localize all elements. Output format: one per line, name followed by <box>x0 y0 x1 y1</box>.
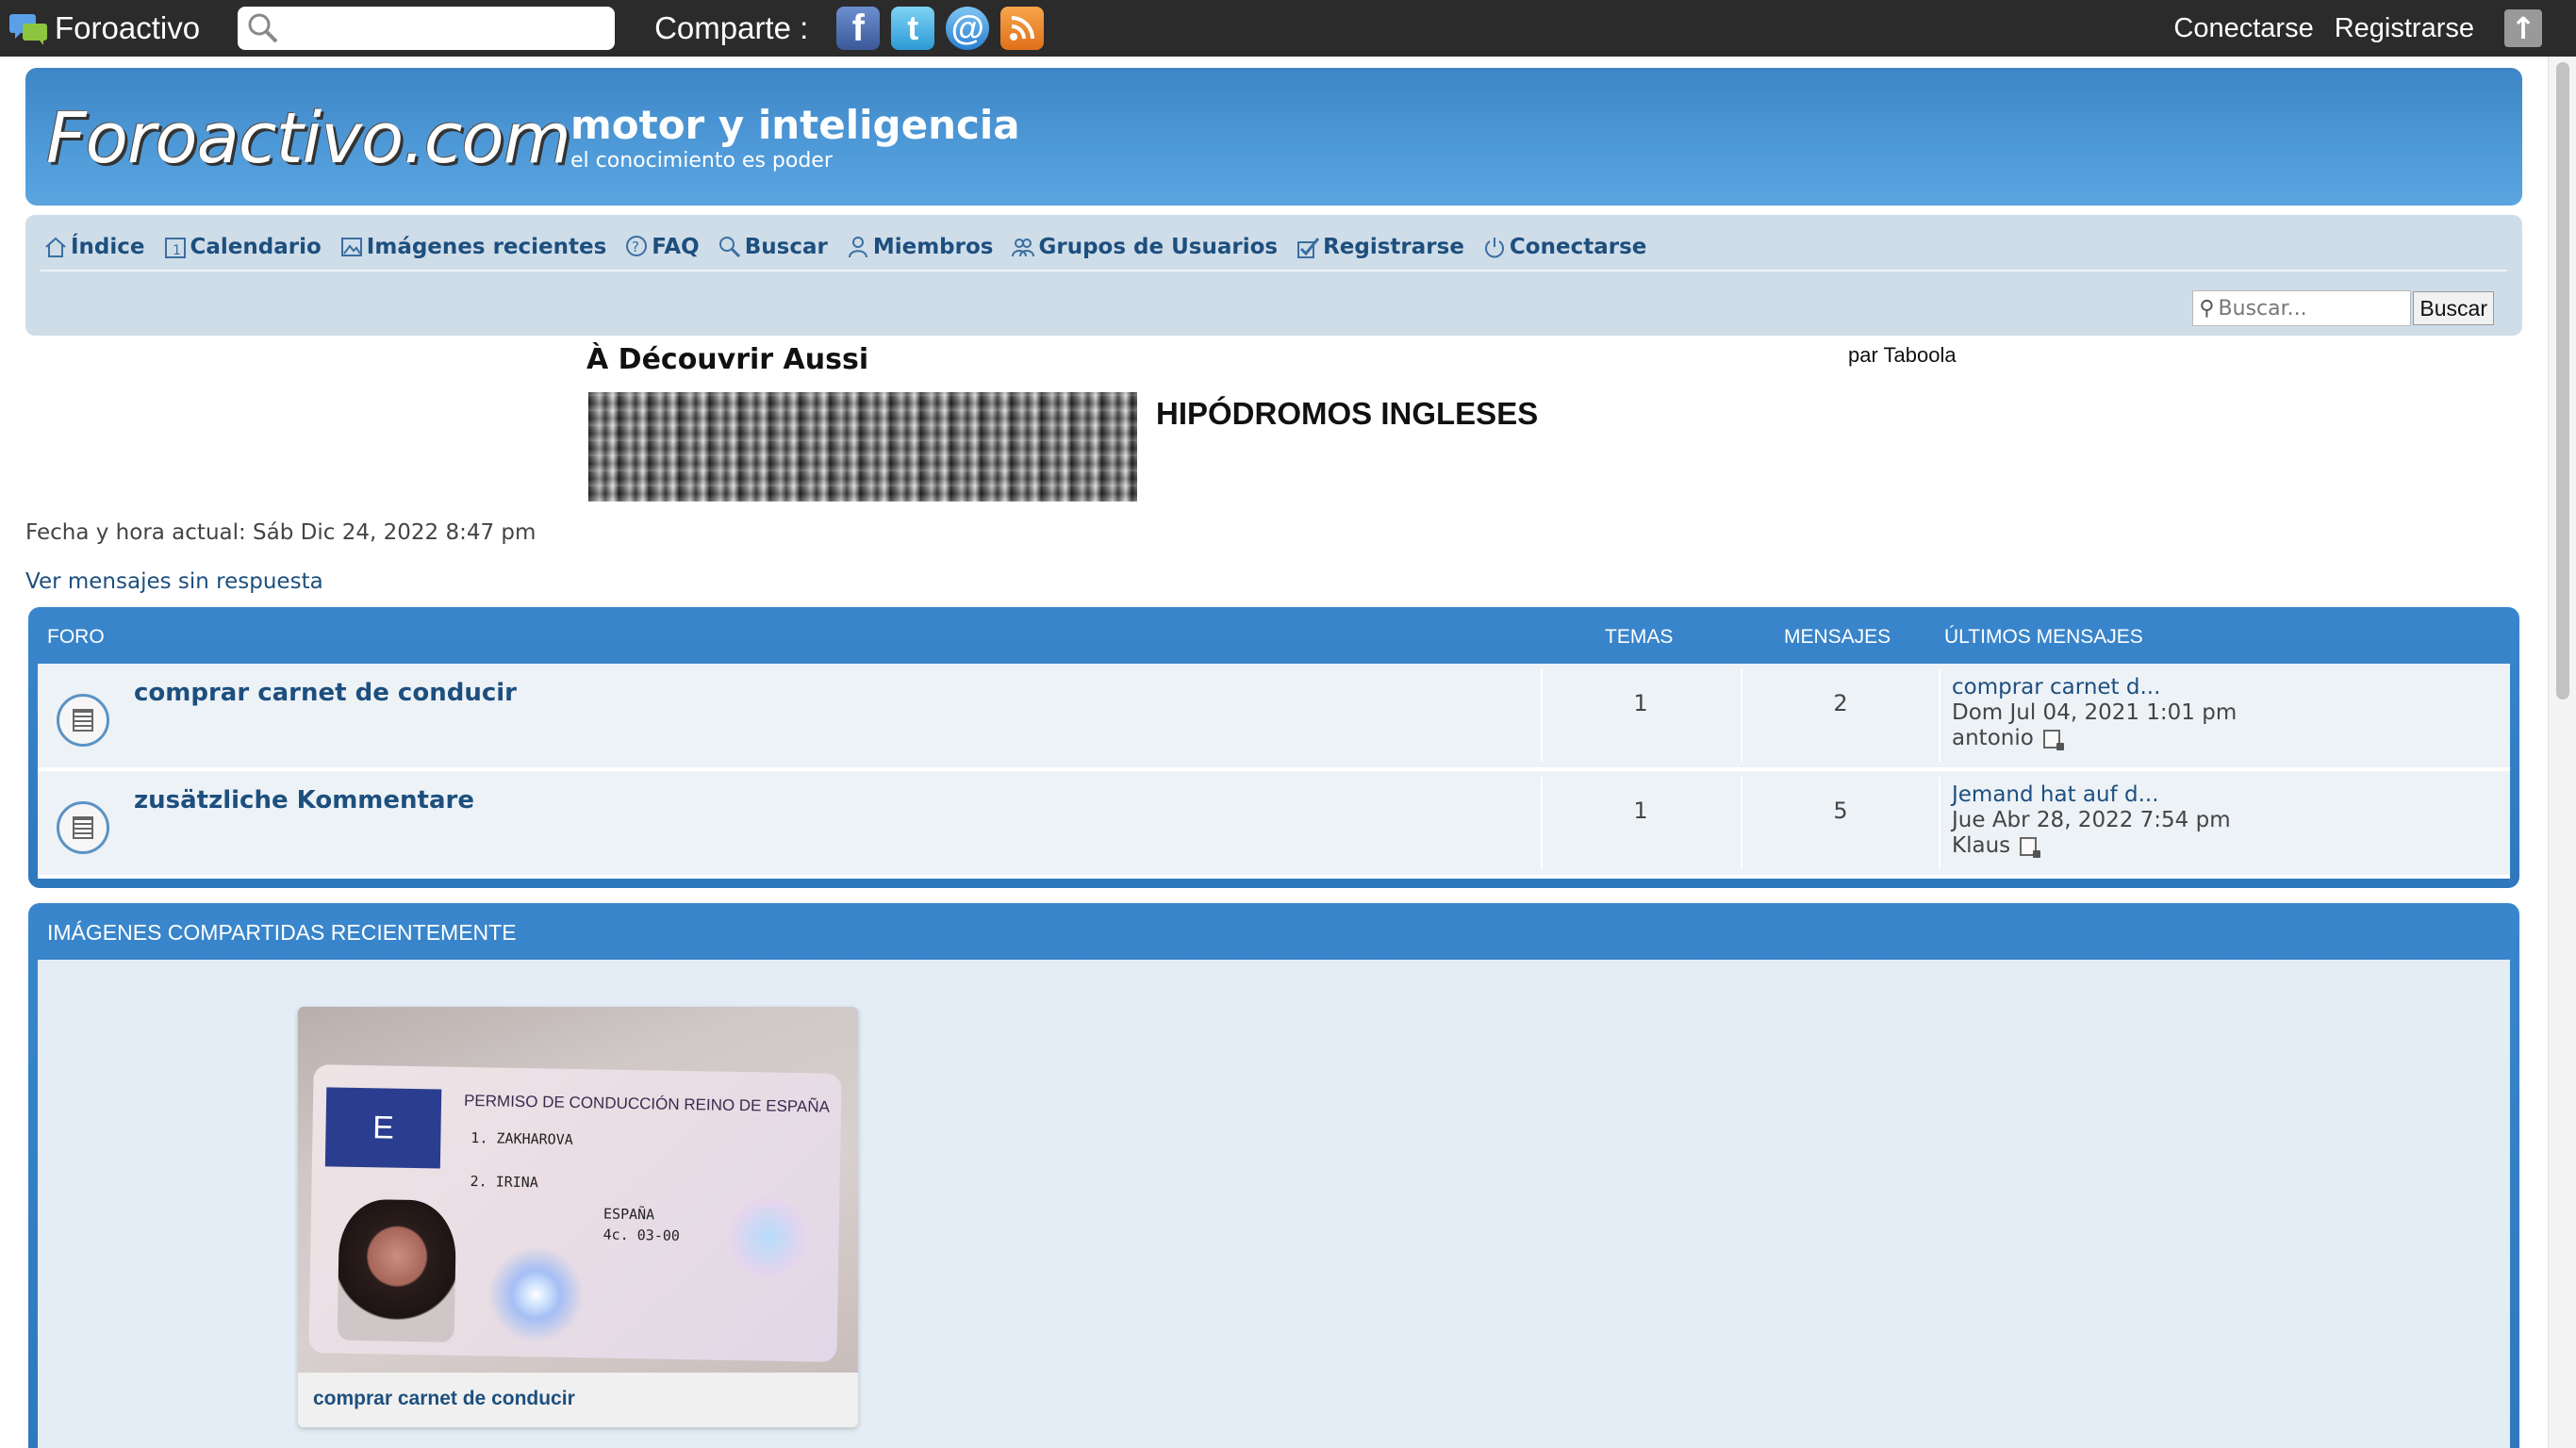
nav-item-faq[interactable]: ? FAQ <box>623 234 700 260</box>
main-nav: Índice 1 Calendario Imágenes recientes ?… <box>25 215 2522 336</box>
taboola-headline[interactable]: HIPÓDROMOS INGLESES <box>1156 396 1538 432</box>
forum-search-input[interactable]: ⚲ Buscar... <box>2192 290 2412 326</box>
last-post-date: Jue Abr 28, 2022 7:54 pm <box>1952 808 2231 832</box>
nav-item-groups[interactable]: Grupos de Usuarios <box>1010 234 1278 260</box>
search-placeholder: Buscar... <box>2218 296 2307 321</box>
recent-images-heading: IMÁGENES COMPARTIDAS RECIENTEMENTE <box>47 920 517 945</box>
eu-flag-icon: E <box>324 1087 442 1169</box>
taboola-title: À Découvrir Aussi <box>586 343 869 376</box>
brand-name: Foroactivo <box>55 10 201 45</box>
recent-images-panel: IMÁGENES COMPARTIDAS RECIENTEMENTE E PER… <box>28 903 2519 1448</box>
forum-title-link[interactable]: comprar carnet de conducir <box>134 679 517 707</box>
last-post-author-link[interactable]: antonio <box>1952 726 2034 750</box>
search-icon <box>248 13 278 43</box>
nav-item-register[interactable]: Registrarse <box>1295 234 1464 260</box>
register-link[interactable]: Registrarse <box>2335 13 2474 44</box>
social-links: f t @ <box>836 7 1045 50</box>
last-post-info: comprar carnet d... Dom Jul 04, 2021 1:0… <box>1952 675 2237 751</box>
header-last-posts: ÚLTIMOS MENSAJES <box>1944 626 2143 648</box>
post-count: 5 <box>1833 798 1848 824</box>
current-datetime: Fecha y hora actual: Sáb Dic 24, 2022 8:… <box>25 520 537 545</box>
unanswered-posts-link[interactable]: Ver mensajes sin respuesta <box>25 569 323 594</box>
nav-label: FAQ <box>652 235 700 259</box>
page-scrollbar[interactable] <box>2548 57 2576 1448</box>
header-topics: TEMAS <box>1605 626 1674 648</box>
scroll-top-icon[interactable]: ↑ <box>2504 9 2542 47</box>
member-icon <box>845 234 871 260</box>
topic-count: 1 <box>1633 690 1648 716</box>
login-link[interactable]: Conectarse <box>2173 13 2313 44</box>
nav-item-search[interactable]: Buscar <box>717 234 828 260</box>
forum-search: ⚲ Buscar... Buscar <box>2192 290 2494 326</box>
driving-license-photo: E PERMISO DE CONDUCCIÓN REINO DE ESPAÑA … <box>298 1007 858 1373</box>
chat-bubbles-icon <box>8 10 49 46</box>
post-count: 2 <box>1833 690 1848 716</box>
group-icon <box>1010 234 1036 260</box>
toolbar-search-input[interactable] <box>238 7 616 50</box>
header-forum: FORO <box>47 626 105 648</box>
scrollbar-thumb[interactable] <box>2556 62 2569 699</box>
power-icon <box>1481 234 1508 260</box>
forum-read-icon <box>57 801 109 854</box>
rss-icon[interactable] <box>1000 7 1045 50</box>
forum-row: zusätzliche Kommentare 1 5 Jemand hat au… <box>38 771 2510 875</box>
recent-images-body: E PERMISO DE CONDUCCIÓN REINO DE ESPAÑA … <box>38 960 2510 1448</box>
share-label: Comparte : <box>654 10 809 45</box>
search-button[interactable]: Buscar <box>2413 291 2494 325</box>
last-post-author-link[interactable]: Klaus <box>1952 833 2010 858</box>
license-portrait <box>337 1198 457 1342</box>
last-post-info: Jemand hat auf d... Jue Abr 28, 2022 7:5… <box>1952 782 2231 859</box>
help-icon: ? <box>623 234 650 260</box>
nav-item-recent-images[interactable]: Imágenes recientes <box>339 234 607 260</box>
taboola-thumbnail[interactable] <box>588 392 1137 502</box>
image-icon <box>339 234 365 260</box>
calendar-icon: 1 <box>162 234 189 260</box>
forum-list-panel: FORO TEMAS MENSAJES ÚLTIMOS MENSAJES com… <box>28 607 2519 888</box>
last-post-title-link[interactable]: Jemand hat auf d... <box>1952 782 2231 808</box>
search-icon: ⚲ <box>2199 296 2215 321</box>
topic-count: 1 <box>1633 798 1648 824</box>
svg-text:1: 1 <box>173 243 181 258</box>
email-icon[interactable]: @ <box>946 7 990 50</box>
register-icon <box>1295 234 1321 260</box>
nav-label: Conectarse <box>1509 235 1647 259</box>
twitter-icon[interactable]: t <box>891 7 935 50</box>
goto-last-post-icon[interactable] <box>2020 836 2041 858</box>
site-subtitle: el conocimiento es poder <box>570 149 833 173</box>
shared-image-caption[interactable]: comprar carnet de conducir <box>313 1388 575 1410</box>
forum-table-body: comprar carnet de conducir 1 2 comprar c… <box>38 664 2510 879</box>
forum-row: comprar carnet de conducir 1 2 comprar c… <box>38 664 2510 767</box>
goto-last-post-icon[interactable] <box>2042 729 2064 750</box>
home-icon <box>42 234 69 260</box>
nav-label: Grupos de Usuarios <box>1038 235 1279 259</box>
top-toolbar: Foroactivo Comparte : f t @ Conectarse R… <box>0 0 2576 57</box>
forum-read-icon <box>57 694 109 747</box>
nav-label: Calendario <box>190 235 322 259</box>
toolbar-account-links: Conectarse Registrarse ↑ <box>2173 0 2576 57</box>
search-icon <box>717 234 743 260</box>
header-posts: MENSAJES <box>1784 626 1891 648</box>
nav-item-index[interactable]: Índice <box>42 234 145 260</box>
nav-divider <box>41 270 2507 272</box>
nav-item-login[interactable]: Conectarse <box>1481 234 1646 260</box>
facebook-icon[interactable]: f <box>836 7 881 50</box>
forum-title-link[interactable]: zusätzliche Kommentare <box>134 786 474 814</box>
forum-table-header: FORO TEMAS MENSAJES ÚLTIMOS MENSAJES <box>28 607 2519 664</box>
nav-label: Registrarse <box>1323 235 1464 259</box>
svg-text:?: ? <box>632 239 639 255</box>
nav-item-calendar[interactable]: 1 Calendario <box>162 234 322 260</box>
site-logo[interactable]: Foroactivo.com <box>46 98 571 179</box>
nav-item-members[interactable]: Miembros <box>845 234 994 260</box>
site-title: motor y inteligencia <box>570 102 1020 148</box>
shared-image-card[interactable]: E PERMISO DE CONDUCCIÓN REINO DE ESPAÑA … <box>298 1007 858 1427</box>
taboola-attribution[interactable]: par Taboola <box>1848 343 1957 368</box>
site-header: Foroactivo.com motor y inteligencia el c… <box>25 68 2522 206</box>
nav-label: Buscar <box>744 235 828 259</box>
last-post-date: Dom Jul 04, 2021 1:01 pm <box>1952 700 2237 725</box>
nav-label: Índice <box>71 235 145 259</box>
brand-link[interactable]: Foroactivo <box>8 10 200 46</box>
last-post-title-link[interactable]: comprar carnet d... <box>1952 675 2237 700</box>
nav-label: Imágenes recientes <box>366 235 607 259</box>
nav-label: Miembros <box>872 235 994 259</box>
